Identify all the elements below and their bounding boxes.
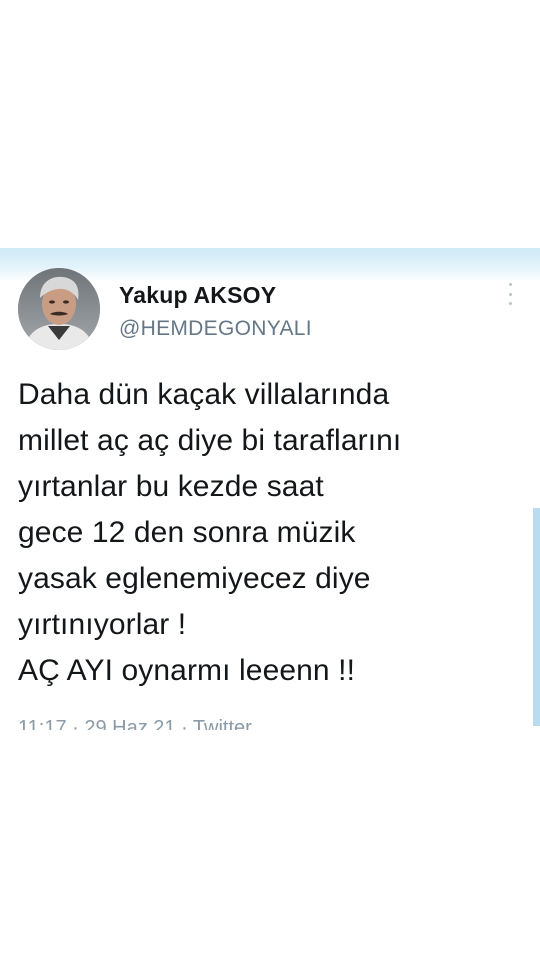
tweet-line: yırtanlar bu kezde saat	[18, 470, 324, 503]
avatar[interactable]	[18, 268, 100, 350]
tweet-text: Daha dün kaçak villalarında millet aç aç…	[18, 372, 523, 694]
tweet-line: millet aç aç diye bi taraflarını	[18, 424, 402, 457]
author-display-name[interactable]: Yakup AKSOY	[119, 282, 276, 309]
tweet-line: yasak eglenemiyecez diye	[18, 562, 371, 595]
tweet-line: gece 12 den sonra müzik	[18, 516, 356, 549]
more-dot	[508, 302, 512, 305]
more-dot	[508, 292, 512, 296]
more-dot	[508, 283, 512, 286]
screenshot-page: Yakup AKSOY @HEMDEGONYALI Daha dün kaçak…	[0, 0, 540, 960]
tweet-line: AÇ AYI oynarmı leeenn !!	[18, 654, 356, 687]
tweet-line: Daha dün kaçak villalarında	[18, 378, 390, 411]
right-edge-blue-bar	[533, 508, 540, 726]
more-vertical-icon[interactable]	[503, 283, 517, 305]
avatar-photo	[18, 268, 100, 350]
author-handle[interactable]: @HEMDEGONYALI	[119, 317, 312, 341]
tweet-line: yırtınıyorlar !	[18, 608, 187, 641]
tweet-timestamp-cut-off: 11:17 · 29 Haz 21 · Twitter	[18, 718, 252, 730]
